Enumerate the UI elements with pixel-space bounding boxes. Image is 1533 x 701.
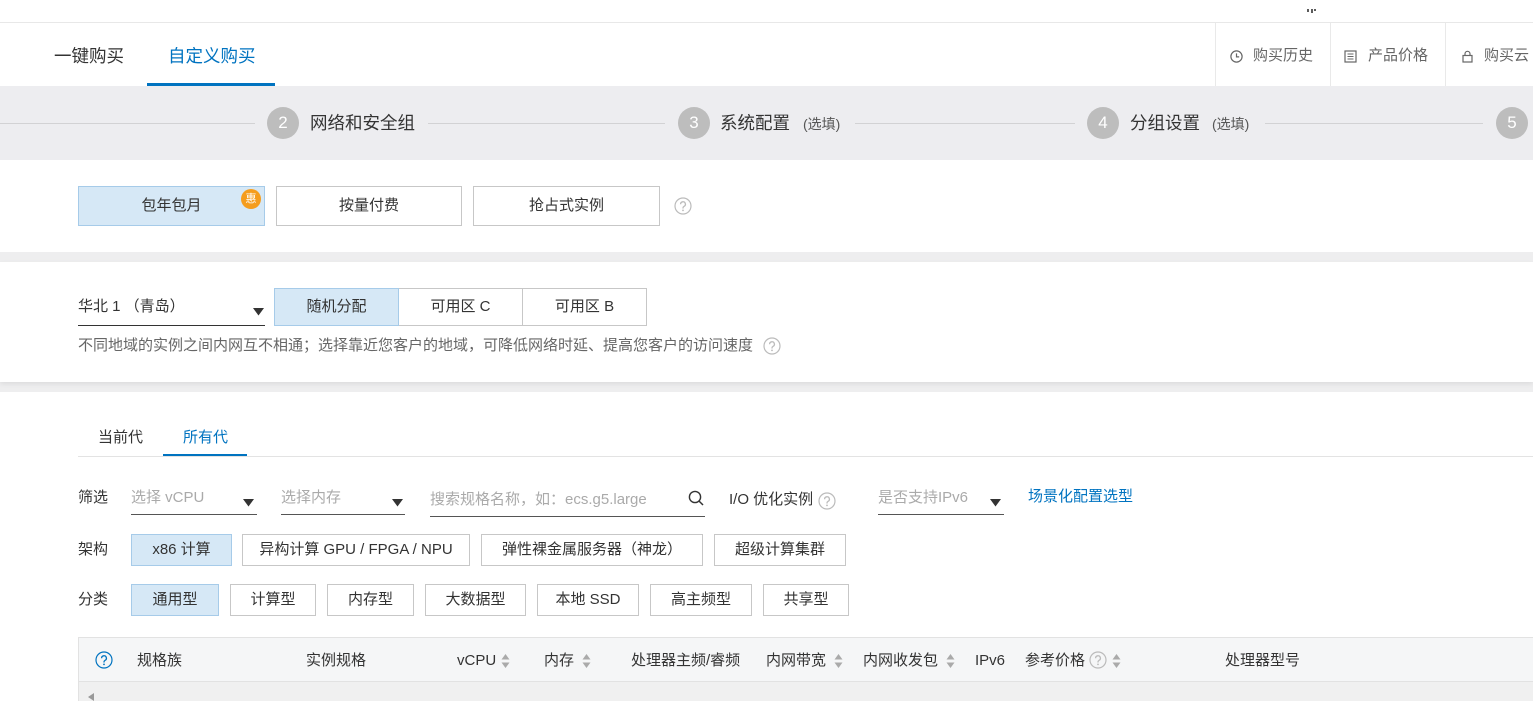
step-number[interactable]: 2 [267,107,299,139]
sort-icon[interactable] [946,653,955,669]
architecture-label: 架构 [78,541,109,558]
chevron-down-icon [392,494,403,507]
step-number[interactable]: 3 [678,107,710,139]
category-high-frequency-button[interactable]: 高主频型 [650,584,752,616]
sort-icon[interactable] [582,653,591,669]
arch-super-computing-button[interactable]: 超级计算集群 [714,534,846,566]
category-general-button[interactable]: 通用型 [131,584,219,616]
column-header-vcpu[interactable]: vCPU [457,638,496,683]
link-separator [1445,23,1446,86]
spec-table-header: 规格族 实例规格 vCPU 内存 处理器主频/睿频 内网带宽 内网收发包 IPv… [78,637,1533,682]
tab-current-generation[interactable]: 当前代 [98,428,143,448]
tab-quick-buy[interactable]: 一键购买 [54,44,124,68]
step-label-grouping[interactable]: 分组设置 [1130,111,1200,135]
ipv6-placeholder: 是否支持IPv6 [878,489,969,506]
category-local-ssd-button[interactable]: 本地 SSD [537,584,639,616]
column-header-ipv6: IPv6 [975,652,1006,669]
step-connector [0,123,255,124]
arch-heterogeneous-button[interactable]: 异构计算 GPU / FPGA / NPU [242,534,470,566]
memory-select[interactable]: 选择内存 [281,481,405,515]
billing-preemptible-button[interactable]: 抢占式实例 [473,186,660,226]
purchase-history-link[interactable]: 购买历史 [1253,46,1313,66]
link-separator [1330,23,1331,86]
column-header-cpu-model: 处理器型号 [1225,652,1301,669]
spec-search-input[interactable] [430,482,680,516]
clock-icon [1230,50,1243,63]
billing-subscription-button[interactable]: 包年包月 [78,186,265,226]
zone-c-button[interactable]: 可用区 C [398,288,523,326]
chevron-down-icon [253,303,264,316]
zone-random-button[interactable]: 随机分配 [274,288,399,326]
vcpu-select[interactable]: 选择 vCPU [131,481,257,515]
category-label: 分类 [78,591,109,608]
column-header-instance-type: 实例规格 [306,652,367,669]
tabs-divider [78,456,1533,457]
buy-cloud-link-wrapper[interactable]: 购买云 [1455,44,1533,68]
arch-bare-metal-button[interactable]: 弹性裸金属服务器（神龙） [481,534,703,566]
discount-badge: 惠 [241,189,261,209]
page: 一键购买 自定义购买 购买历史 产品价格 购买云 2 网络和安全组 3 系统配置… [0,0,1533,701]
purchase-header: 一键购买 自定义购买 购买历史 产品价格 购买云 [0,0,1533,86]
steps-bar: 2 网络和安全组 3 系统配置 (选填) 4 分组设置 (选填) 5 [0,86,1533,160]
ipv6-select[interactable]: 是否支持IPv6 [878,481,1004,515]
column-header-packets[interactable]: 内网收发包 [863,638,938,683]
question-icon[interactable] [674,197,692,215]
billing-pay-as-you-go-button[interactable]: 按量付费 [276,186,462,226]
product-price-link[interactable]: 产品价格 [1368,46,1428,66]
link-separator [1215,23,1216,86]
tab-custom-buy[interactable]: 自定义购买 [168,44,256,68]
region-value: 华北 1 （青岛） [78,298,185,315]
column-header-bandwidth[interactable]: 内网带宽 [766,638,826,683]
instance-type-section: 当前代 所有代 筛选 选择 vCPU 选择内存 I/O 优化实例 [0,392,1533,701]
column-header-frequency: 处理器主频/睿频 [631,652,741,669]
question-icon[interactable] [1089,651,1107,669]
chevron-down-icon [990,494,1001,507]
search-icon[interactable] [688,490,704,506]
buy-cloud-link[interactable]: 购买云 [1484,46,1529,66]
region-section: 华北 1 （青岛） 随机分配 可用区 C 可用区 B 不同地域的实例之间内网互不… [0,262,1533,382]
tab-all-generations[interactable]: 所有代 [183,428,228,448]
filter-label: 筛选 [78,489,109,506]
arch-x86-button[interactable]: x86 计算 [131,534,232,566]
memory-placeholder: 选择内存 [281,489,342,506]
horizontal-scrollbar[interactable] [78,682,1533,701]
zone-b-button[interactable]: 可用区 B [522,288,647,326]
header-divider [0,22,1533,23]
spec-search-box [430,482,705,517]
step-optional-note: (选填) [803,116,841,132]
scroll-left-arrow-icon[interactable] [88,688,94,701]
step-optional-note: (选填) [1212,116,1250,132]
vcpu-placeholder: 选择 vCPU [131,489,205,506]
step-connector [1265,123,1483,124]
step-label-network[interactable]: 网络和安全组 [310,111,415,135]
region-select[interactable]: 华北 1 （青岛） [78,288,265,326]
region-hint: 不同地域的实例之间内网互不相通；选择靠近您客户的地域，可降低网络时延、提高您客户… [78,337,754,354]
category-memory-button[interactable]: 内存型 [327,584,414,616]
step-label-system[interactable]: 系统配置 [720,111,790,135]
column-header-family: 规格族 [137,652,183,669]
step-connector [428,123,665,124]
column-header-price[interactable]: 参考价格 [1025,638,1085,683]
io-optimized-label: I/O 优化实例 [729,491,814,508]
category-compute-button[interactable]: 计算型 [230,584,316,616]
step-number[interactable]: 4 [1087,107,1119,139]
sort-icon[interactable] [1112,653,1121,669]
sort-icon[interactable] [834,653,843,669]
lock-icon [1461,50,1474,63]
step-connector [855,123,1075,124]
column-header-memory[interactable]: 内存 [544,638,574,683]
billing-section: 包年包月 惠 按量付费 抢占式实例 [0,160,1533,252]
category-big-data-button[interactable]: 大数据型 [425,584,526,616]
question-icon[interactable] [763,337,781,355]
list-icon [1344,50,1357,63]
scenario-config-link[interactable]: 场景化配置选型 [1028,487,1133,507]
question-icon[interactable] [95,651,113,669]
chevron-down-icon [243,494,254,507]
step-number[interactable]: 5 [1496,107,1528,139]
toolbar-icon[interactable] [1306,0,1318,13]
question-icon[interactable] [818,492,836,510]
category-shared-button[interactable]: 共享型 [763,584,849,616]
sort-icon[interactable] [501,653,510,669]
